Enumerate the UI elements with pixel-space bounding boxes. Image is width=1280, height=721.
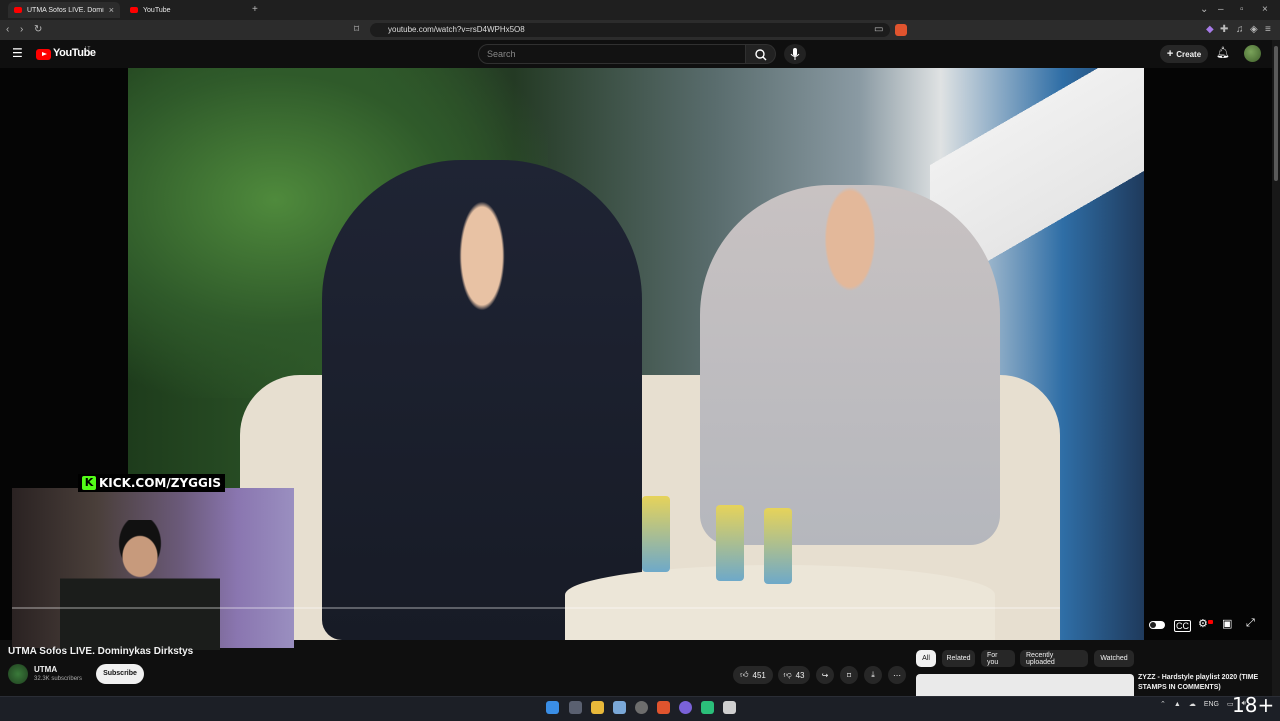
age-rating-badge: 18+ (1232, 693, 1275, 717)
recommendation-title[interactable]: ZYZZ - Hardstyle playlist 2020 (TIME STA… (1138, 673, 1272, 693)
media-icon[interactable]: ♫ (1236, 20, 1244, 40)
youtube-favicon-icon (14, 7, 22, 13)
chip-for-you[interactable]: For you (981, 650, 1015, 667)
kick-logo-icon: K (82, 476, 96, 490)
leo-ai-icon[interactable]: ◆ (1206, 20, 1214, 40)
kick-channel-text: KICK.COM/ZYGGIS (99, 476, 221, 490)
url-input[interactable]: youtube.com/watch?v=rsD4WPHx5O8 (370, 23, 890, 37)
tab-list-icon[interactable]: ⌄ (1200, 0, 1208, 20)
app-icon[interactable] (701, 701, 714, 714)
account-avatar[interactable] (1244, 45, 1261, 62)
menu-icon[interactable]: ≡ (1265, 20, 1271, 40)
subscribe-button[interactable]: Subscribe (96, 664, 144, 684)
recommendation-thumbnail[interactable] (916, 674, 1134, 696)
tab-label: UTMA Sofos LIVE. Dominykas (27, 6, 104, 14)
browser-tab-youtube[interactable]: YouTube (124, 2, 244, 18)
new-tab-icon[interactable]: + (252, 0, 258, 20)
autoplay-toggle[interactable] (1149, 621, 1165, 629)
maximize-icon[interactable]: ▫ (1240, 0, 1244, 20)
thumbs-up-icon: 👍︎ (740, 670, 749, 679)
settings-gear-icon[interactable]: ⚙ (1198, 617, 1208, 630)
fullscreen-icon[interactable]: ⤢ (1246, 617, 1255, 630)
file-explorer-icon[interactable] (591, 701, 604, 714)
more-horizontal-icon: ⋯ (893, 670, 901, 680)
create-button[interactable]: + Create (1160, 45, 1208, 63)
minimize-icon[interactable]: – (1218, 0, 1224, 20)
video-guest-left (322, 160, 642, 640)
notifications-bell-icon[interactable]: 🔔︎ (1216, 46, 1230, 59)
notepad-icon[interactable] (613, 701, 626, 714)
reload-icon[interactable]: ↻ (34, 20, 42, 40)
youtube-favicon-icon (130, 7, 138, 13)
task-view-icon[interactable] (569, 701, 582, 714)
messenger-icon[interactable] (679, 701, 692, 714)
tray-overflow-icon[interactable]: ⌃ (1160, 700, 1166, 708)
more-actions-button[interactable]: ⋯ (888, 666, 906, 684)
chip-recently-uploaded[interactable]: Recently uploaded (1020, 650, 1088, 667)
tray-icon[interactable]: ☁ (1189, 700, 1196, 708)
video-drink-can (764, 508, 792, 584)
save-button[interactable]: ⌑ (840, 666, 858, 684)
streamer-figure (60, 520, 220, 650)
browser-tab-active[interactable]: UTMA Sofos LIVE. Dominykas × (8, 2, 120, 18)
dislike-button[interactable]: 👎︎ 43 (778, 666, 810, 684)
wallet-icon[interactable]: ◈ (1250, 20, 1258, 40)
channel-avatar[interactable] (8, 664, 28, 684)
start-menu-icon[interactable] (546, 701, 559, 714)
miniplayer-icon[interactable]: ▣ (1222, 617, 1232, 630)
kick-channel-badge: K KICK.COM/ZYGGIS (78, 474, 225, 492)
chatgpt-icon[interactable] (635, 701, 648, 714)
video-drink-can (642, 496, 670, 572)
download-button[interactable]: ⤓ (864, 666, 882, 684)
region-code: LT (85, 46, 91, 52)
share-button[interactable]: ↪ (816, 666, 834, 684)
chip-all[interactable]: All (916, 650, 936, 667)
share-icon: ↪ (821, 670, 829, 680)
search-button[interactable] (746, 44, 776, 64)
app-icon[interactable] (723, 701, 736, 714)
microphone-icon (790, 48, 800, 60)
video-progress-bar[interactable] (12, 607, 1060, 609)
subscriber-count: 32.3K subscribers (34, 676, 83, 682)
plus-icon: + (1166, 48, 1174, 60)
create-label: Create (1176, 49, 1202, 59)
download-icon: ⤓ (871, 670, 875, 679)
bookmark-icon: ⌑ (846, 670, 852, 680)
hamburger-menu-icon[interactable]: ☰ (12, 46, 23, 60)
search-input[interactable] (478, 44, 746, 64)
like-button[interactable]: 👍︎ 451 (733, 666, 773, 684)
extensions-icon[interactable]: ✚ (1220, 20, 1228, 40)
close-window-icon[interactable]: × (1262, 0, 1268, 20)
captions-icon[interactable]: CC (1174, 620, 1191, 632)
thumbs-down-icon: 👎︎ (783, 670, 792, 679)
brave-browser-icon[interactable] (657, 701, 670, 714)
close-tab-icon[interactable]: × (109, 5, 114, 15)
back-icon[interactable]: ‹ (6, 20, 9, 40)
dislike-count: 43 (795, 670, 805, 680)
forward-icon[interactable]: › (20, 20, 23, 40)
language-indicator[interactable]: ENG (1204, 701, 1219, 708)
voice-search-button[interactable] (784, 44, 806, 64)
scrollbar-thumb[interactable] (1274, 46, 1278, 181)
search-icon (755, 49, 767, 61)
reader-view-icon[interactable]: ▭ (874, 20, 883, 40)
like-count: 451 (752, 670, 766, 680)
video-guest-right (700, 185, 1000, 545)
hd-badge-icon (1208, 620, 1213, 624)
tray-icon[interactable]: ▲ (1174, 701, 1181, 708)
chip-related[interactable]: Related (942, 650, 975, 667)
video-drink-can (716, 505, 744, 581)
video-title: UTMA Sofos LIVE. Dominykas Dirkstys (8, 646, 194, 657)
chip-watched[interactable]: Watched (1094, 650, 1134, 667)
channel-name[interactable]: UTMA (34, 665, 57, 674)
brave-shield-icon[interactable] (895, 24, 907, 36)
bookmark-icon[interactable]: ⌑ (354, 20, 359, 40)
youtube-logo-icon[interactable] (36, 49, 51, 60)
tab-label: YouTube (143, 6, 171, 14)
